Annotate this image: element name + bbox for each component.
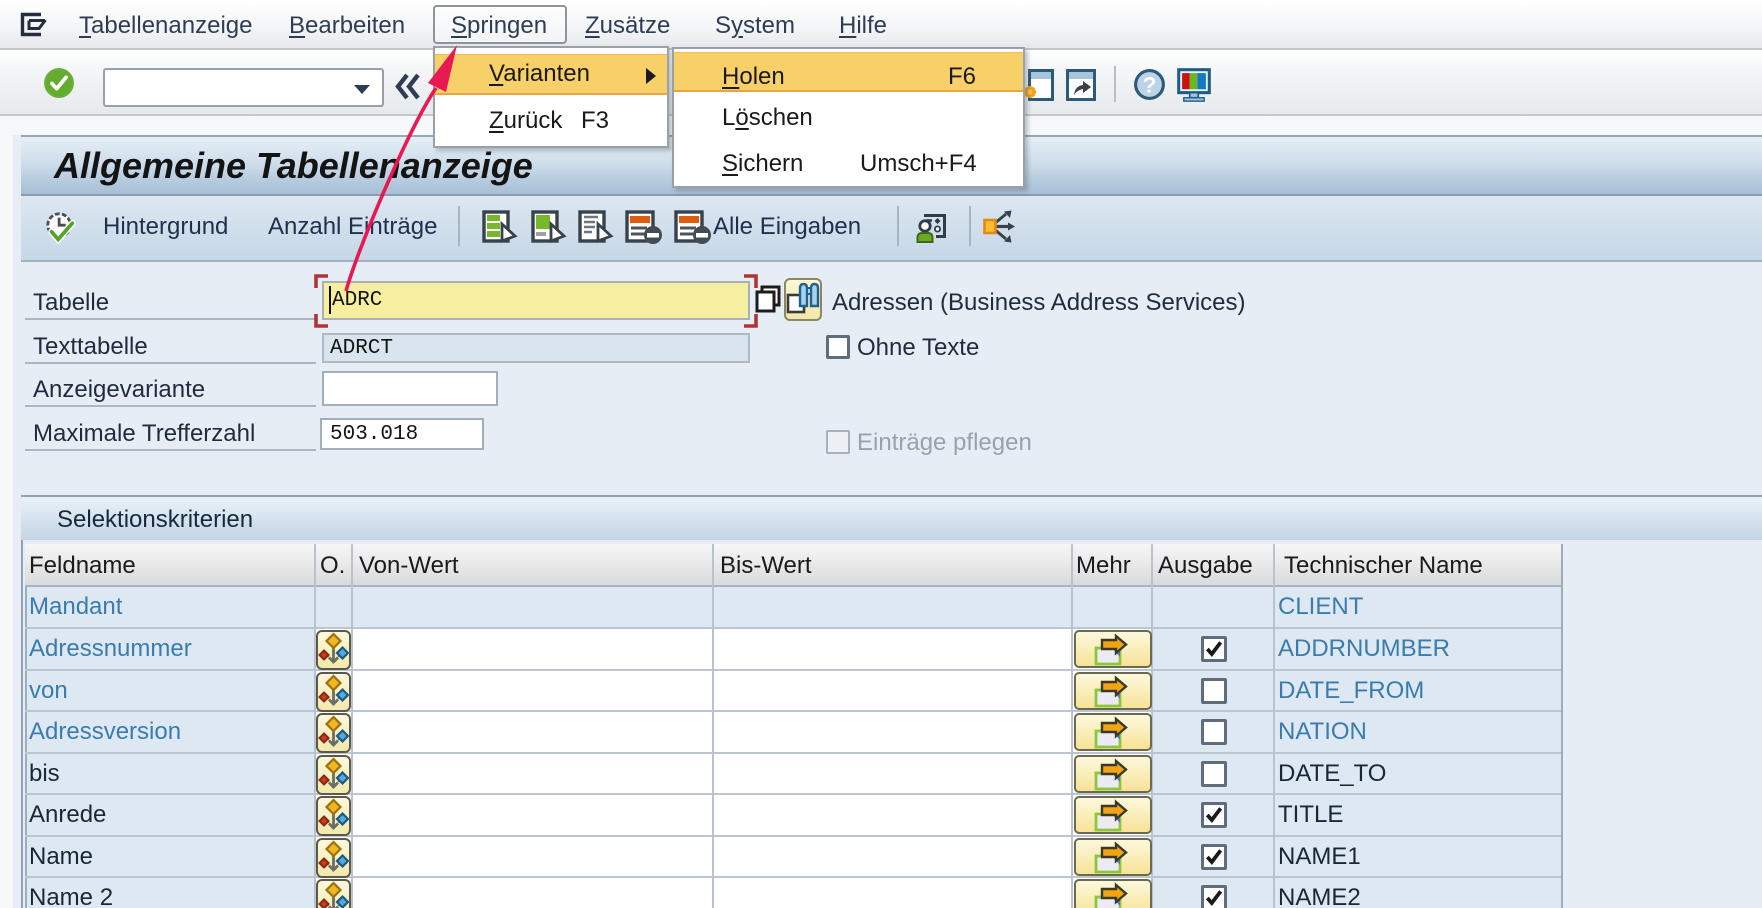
svg-text:?: ? [1143, 72, 1157, 97]
